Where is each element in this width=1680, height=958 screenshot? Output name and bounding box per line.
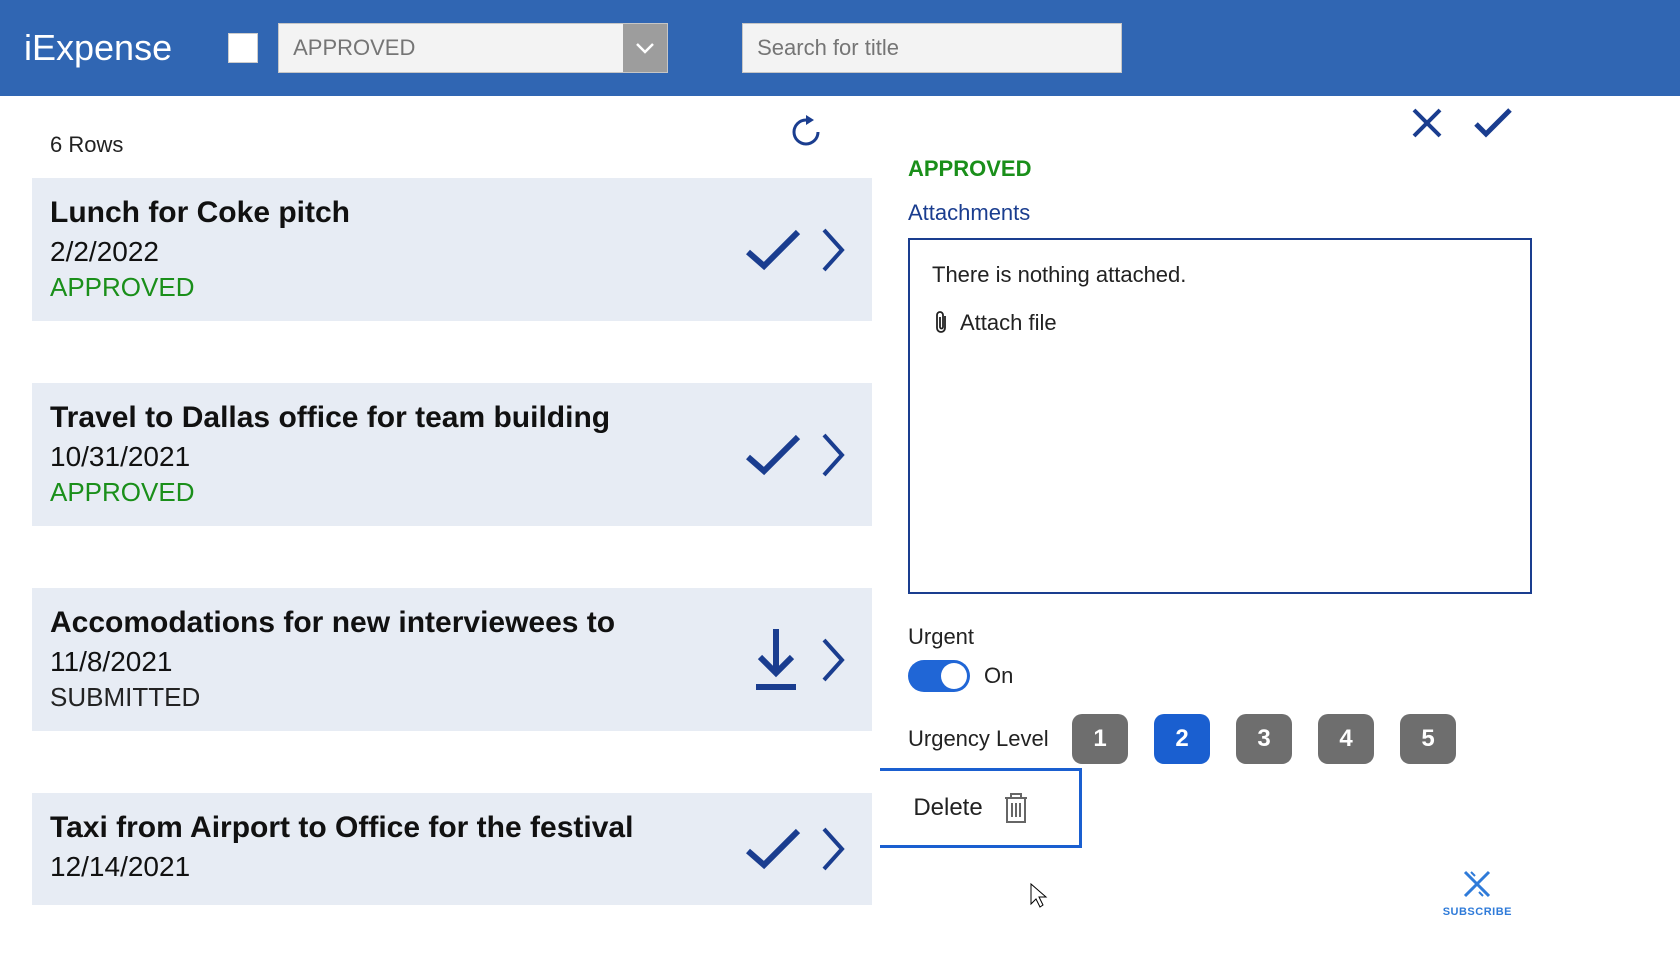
attach-file-label: Attach file — [960, 310, 1057, 336]
detail-status: APPROVED — [908, 156, 1536, 182]
list-item-status: APPROVED — [50, 477, 742, 508]
list-item-content: Taxi from Airport to Office for the fest… — [50, 811, 742, 887]
list-item-title: Travel to Dallas office for team buildin… — [50, 401, 742, 435]
list-item-actions — [742, 431, 854, 479]
trash-icon — [1001, 790, 1031, 826]
status-filter-input[interactable] — [279, 35, 623, 61]
urgency-level-label: Urgency Level — [908, 726, 1062, 752]
urgent-toggle-row: On — [908, 660, 1536, 692]
list-item-content: Lunch for Coke pitch 2/2/2022 APPROVED — [50, 196, 742, 303]
detail-actions — [1410, 106, 1514, 140]
main: 6 Rows Lunch for Coke pitch 2/2/2022 APP… — [0, 96, 1680, 944]
list-item[interactable]: Lunch for Coke pitch 2/2/2022 APPROVED — [32, 178, 872, 321]
attachments-empty-text: There is nothing attached. — [932, 262, 1508, 288]
search-input[interactable] — [742, 23, 1122, 73]
list-item-date: 11/8/2021 — [50, 646, 748, 678]
list-panel: 6 Rows Lunch for Coke pitch 2/2/2022 APP… — [0, 96, 880, 944]
check-icon[interactable] — [742, 226, 804, 274]
check-icon[interactable] — [742, 825, 804, 873]
toggle-knob — [941, 663, 967, 689]
dna-icon — [1457, 864, 1497, 904]
list-item-content: Accomodations for new interviewees to 11… — [50, 606, 748, 713]
list-item-actions — [748, 625, 854, 695]
chevron-right-icon[interactable] — [820, 825, 846, 873]
urgent-toggle-value: On — [984, 663, 1013, 689]
list-item-content: Travel to Dallas office for team buildin… — [50, 401, 742, 508]
list-item-date: 12/14/2021 — [50, 851, 742, 883]
list-item-actions — [742, 825, 854, 873]
urgency-level-3[interactable]: 3 — [1236, 714, 1292, 764]
list-item-date: 10/31/2021 — [50, 441, 742, 473]
urgency-level-2[interactable]: 2 — [1154, 714, 1210, 764]
list-item[interactable]: Travel to Dallas office for team buildin… — [32, 383, 872, 526]
download-icon[interactable] — [748, 625, 804, 695]
urgent-label: Urgent — [908, 624, 1536, 650]
chevron-right-icon[interactable] — [820, 636, 846, 684]
delete-button[interactable]: Delete — [880, 768, 1082, 848]
subscribe-button[interactable]: SUBSCRIBE — [1443, 864, 1512, 918]
urgency-level-row: Urgency Level 1 2 3 4 5 — [908, 714, 1536, 764]
check-icon[interactable] — [742, 431, 804, 479]
urgency-level-1[interactable]: 1 — [1072, 714, 1128, 764]
expense-list[interactable]: Lunch for Coke pitch 2/2/2022 APPROVED T… — [32, 178, 880, 958]
refresh-icon — [788, 114, 824, 150]
list-item-date: 2/2/2022 — [50, 236, 742, 268]
list-item-title: Accomodations for new interviewees to — [50, 606, 748, 640]
confirm-check-icon[interactable] — [1472, 106, 1514, 140]
delete-label: Delete — [913, 794, 982, 822]
urgency-level-4[interactable]: 4 — [1318, 714, 1374, 764]
mouse-cursor — [1028, 882, 1050, 910]
header: iExpense — [0, 0, 1680, 96]
refresh-button[interactable] — [788, 114, 828, 154]
list-item-title: Taxi from Airport to Office for the fest… — [50, 811, 742, 845]
attach-file-button[interactable]: Attach file — [932, 310, 1508, 336]
paperclip-icon — [932, 310, 950, 336]
status-filter-dropdown-button[interactable] — [623, 24, 667, 72]
rows-count: 6 Rows — [50, 132, 862, 158]
list-item-status: APPROVED — [50, 272, 742, 303]
chevron-right-icon[interactable] — [820, 226, 846, 274]
list-item[interactable]: Accomodations for new interviewees to 11… — [32, 588, 872, 731]
filter-checkbox[interactable] — [228, 33, 258, 63]
urgency-level-5[interactable]: 5 — [1400, 714, 1456, 764]
list-item-status: SUBMITTED — [50, 682, 748, 713]
list-item[interactable]: Taxi from Airport to Office for the fest… — [32, 793, 872, 905]
urgent-toggle[interactable] — [908, 660, 970, 692]
attachments-label: Attachments — [908, 200, 1536, 226]
chevron-right-icon[interactable] — [820, 431, 846, 479]
close-icon[interactable] — [1410, 106, 1444, 140]
attachments-box: There is nothing attached. Attach file — [908, 238, 1532, 594]
status-filter[interactable] — [278, 23, 668, 73]
subscribe-label: SUBSCRIBE — [1443, 906, 1512, 918]
list-item-actions — [742, 226, 854, 274]
list-item-title: Lunch for Coke pitch — [50, 196, 742, 230]
detail-panel: APPROVED Attachments There is nothing at… — [880, 96, 1560, 944]
chevron-down-icon — [633, 36, 657, 60]
app-title: iExpense — [24, 27, 172, 69]
